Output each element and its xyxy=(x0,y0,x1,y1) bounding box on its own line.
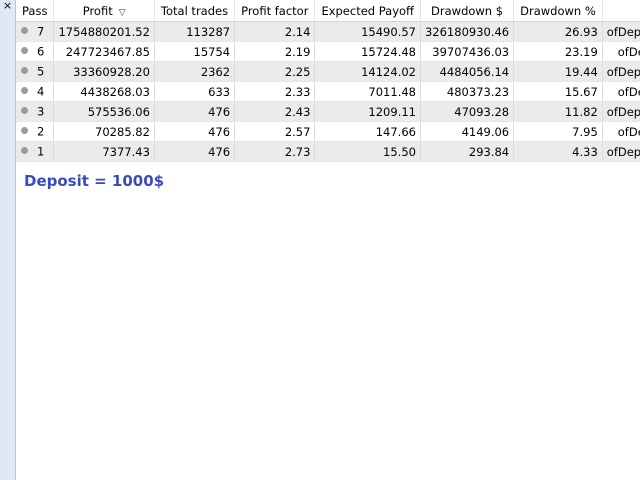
column-header-pass[interactable]: Pass xyxy=(16,0,55,22)
profit-factor-cell: 2.14 xyxy=(234,21,316,42)
inputs-cell: ofDepo=2; A xyxy=(602,81,640,102)
pass-number: 2 xyxy=(37,124,45,139)
profit-factor-cell: 2.33 xyxy=(234,81,316,102)
drawdown-usd-cell: 326180930.46 xyxy=(420,21,515,42)
pass-cell: 4 xyxy=(16,81,55,102)
expected-payoff-cell: 1209.11 xyxy=(314,101,421,122)
total-trades-cell: 633 xyxy=(154,81,236,102)
total-trades-cell: 2362 xyxy=(154,61,236,82)
table-row[interactable]: 2 70285.82 476 2.57 147.66 4149.06 7.95 … xyxy=(16,121,640,142)
drawdown-usd-cell: 39707436.03 xyxy=(420,41,515,62)
optimization-results-grid: Pass Profit ▽ Total trades Profit factor … xyxy=(16,0,640,480)
column-header-profit-factor[interactable]: Profit factor xyxy=(234,0,316,22)
drawdown-pct-cell: 26.93 xyxy=(513,21,603,42)
profit-factor-cell: 2.19 xyxy=(234,41,316,62)
inputs-cell: ofDepo=3.5; A xyxy=(602,21,640,42)
profit-factor-cell: 2.73 xyxy=(234,141,316,162)
total-trades-cell: 476 xyxy=(154,121,236,142)
pass-number: 1 xyxy=(37,144,45,159)
expected-payoff-cell: 15724.48 xyxy=(314,41,421,62)
drawdown-pct-cell: 7.95 xyxy=(513,121,603,142)
profit-cell: 247723467.85 xyxy=(53,41,155,62)
drawdown-pct-cell: 4.33 xyxy=(513,141,603,162)
profit-cell: 33360928.20 xyxy=(53,61,155,82)
status-dot-icon xyxy=(21,127,28,135)
expected-payoff-cell: 147.66 xyxy=(314,121,421,142)
table-row[interactable]: 7 1754880201.52 113287 2.14 15490.57 326… xyxy=(16,21,640,42)
column-header-profit-label: Profit xyxy=(82,3,113,18)
table-header-row: Pass Profit ▽ Total trades Profit factor … xyxy=(16,0,640,22)
deposit-annotation: Deposit = 1000$ xyxy=(24,172,165,190)
expected-payoff-cell: 7011.48 xyxy=(314,81,421,102)
results-table: Pass Profit ▽ Total trades Profit factor … xyxy=(16,0,640,162)
pass-cell: 2 xyxy=(16,121,55,142)
status-dot-icon xyxy=(21,47,28,55)
pass-number: 7 xyxy=(37,24,45,39)
drawdown-usd-cell: 480373.23 xyxy=(420,81,515,102)
drawdown-usd-cell: 4149.06 xyxy=(420,121,515,142)
inputs-cell: ofDepo=1; A xyxy=(602,121,640,142)
expected-payoff-cell: 15490.57 xyxy=(314,21,421,42)
pass-number: 4 xyxy=(37,84,45,99)
total-trades-cell: 476 xyxy=(154,101,236,122)
total-trades-cell: 15754 xyxy=(154,41,236,62)
status-dot-icon xyxy=(21,87,28,95)
total-trades-cell: 476 xyxy=(154,141,236,162)
column-header-profit[interactable]: Profit ▽ xyxy=(53,0,155,22)
pass-cell: 5 xyxy=(16,61,55,82)
pass-cell: 1 xyxy=(16,141,55,162)
side-panel-strip: × xyxy=(0,0,16,480)
inputs-cell: ofDepo=2.5; A xyxy=(602,61,640,82)
drawdown-usd-cell: 293.84 xyxy=(420,141,515,162)
table-row[interactable]: 5 33360928.20 2362 2.25 14124.02 4484056… xyxy=(16,61,640,82)
profit-cell: 1754880201.52 xyxy=(53,21,155,42)
status-dot-icon xyxy=(21,147,28,155)
profit-cell: 4438268.03 xyxy=(53,81,155,102)
column-header-drawdown-pct[interactable]: Drawdown % xyxy=(513,0,603,22)
pass-cell: 6 xyxy=(16,41,55,62)
pass-number: 5 xyxy=(37,64,45,79)
table-row[interactable]: 4 4438268.03 633 2.33 7011.48 480373.23 … xyxy=(16,81,640,102)
expected-payoff-cell: 14124.02 xyxy=(314,61,421,82)
profit-cell: 70285.82 xyxy=(53,121,155,142)
status-dot-icon xyxy=(21,27,28,35)
drawdown-usd-cell: 47093.28 xyxy=(420,101,515,122)
total-trades-cell: 113287 xyxy=(154,21,236,42)
drawdown-pct-cell: 23.19 xyxy=(513,41,603,62)
table-row[interactable]: 3 575536.06 476 2.43 1209.11 47093.28 11… xyxy=(16,101,640,122)
status-dot-icon xyxy=(21,67,28,75)
profit-factor-cell: 2.43 xyxy=(234,101,316,122)
drawdown-usd-cell: 4484056.14 xyxy=(420,61,515,82)
pass-cell: 7 xyxy=(16,21,55,42)
profit-cell: 575536.06 xyxy=(53,101,155,122)
column-header-expected-payoff[interactable]: Expected Payoff xyxy=(314,0,421,22)
drawdown-pct-cell: 11.82 xyxy=(513,101,603,122)
close-icon[interactable]: × xyxy=(1,0,14,12)
pass-number: 3 xyxy=(37,104,45,119)
sort-descending-icon: ▽ xyxy=(118,7,126,18)
column-header-drawdown-usd[interactable]: Drawdown $ xyxy=(420,0,515,22)
column-header-inputs[interactable] xyxy=(602,0,640,22)
profit-cell: 7377.43 xyxy=(53,141,155,162)
table-row[interactable]: 1 7377.43 476 2.73 15.50 293.84 4.33 ofD… xyxy=(16,141,640,162)
profit-factor-cell: 2.57 xyxy=(234,121,316,142)
inputs-cell: ofDepo=1.5; A xyxy=(602,101,640,122)
inputs-cell: ofDepo=0.5; A xyxy=(602,141,640,162)
pass-number: 6 xyxy=(37,44,45,59)
column-header-total-trades[interactable]: Total trades xyxy=(154,0,236,22)
profit-factor-cell: 2.25 xyxy=(234,61,316,82)
drawdown-pct-cell: 19.44 xyxy=(513,61,603,82)
table-row[interactable]: 6 247723467.85 15754 2.19 15724.48 39707… xyxy=(16,41,640,62)
expected-payoff-cell: 15.50 xyxy=(314,141,421,162)
inputs-cell: ofDepo=3; A xyxy=(602,41,640,62)
status-dot-icon xyxy=(21,107,28,115)
pass-cell: 3 xyxy=(16,101,55,122)
drawdown-pct-cell: 15.67 xyxy=(513,81,603,102)
